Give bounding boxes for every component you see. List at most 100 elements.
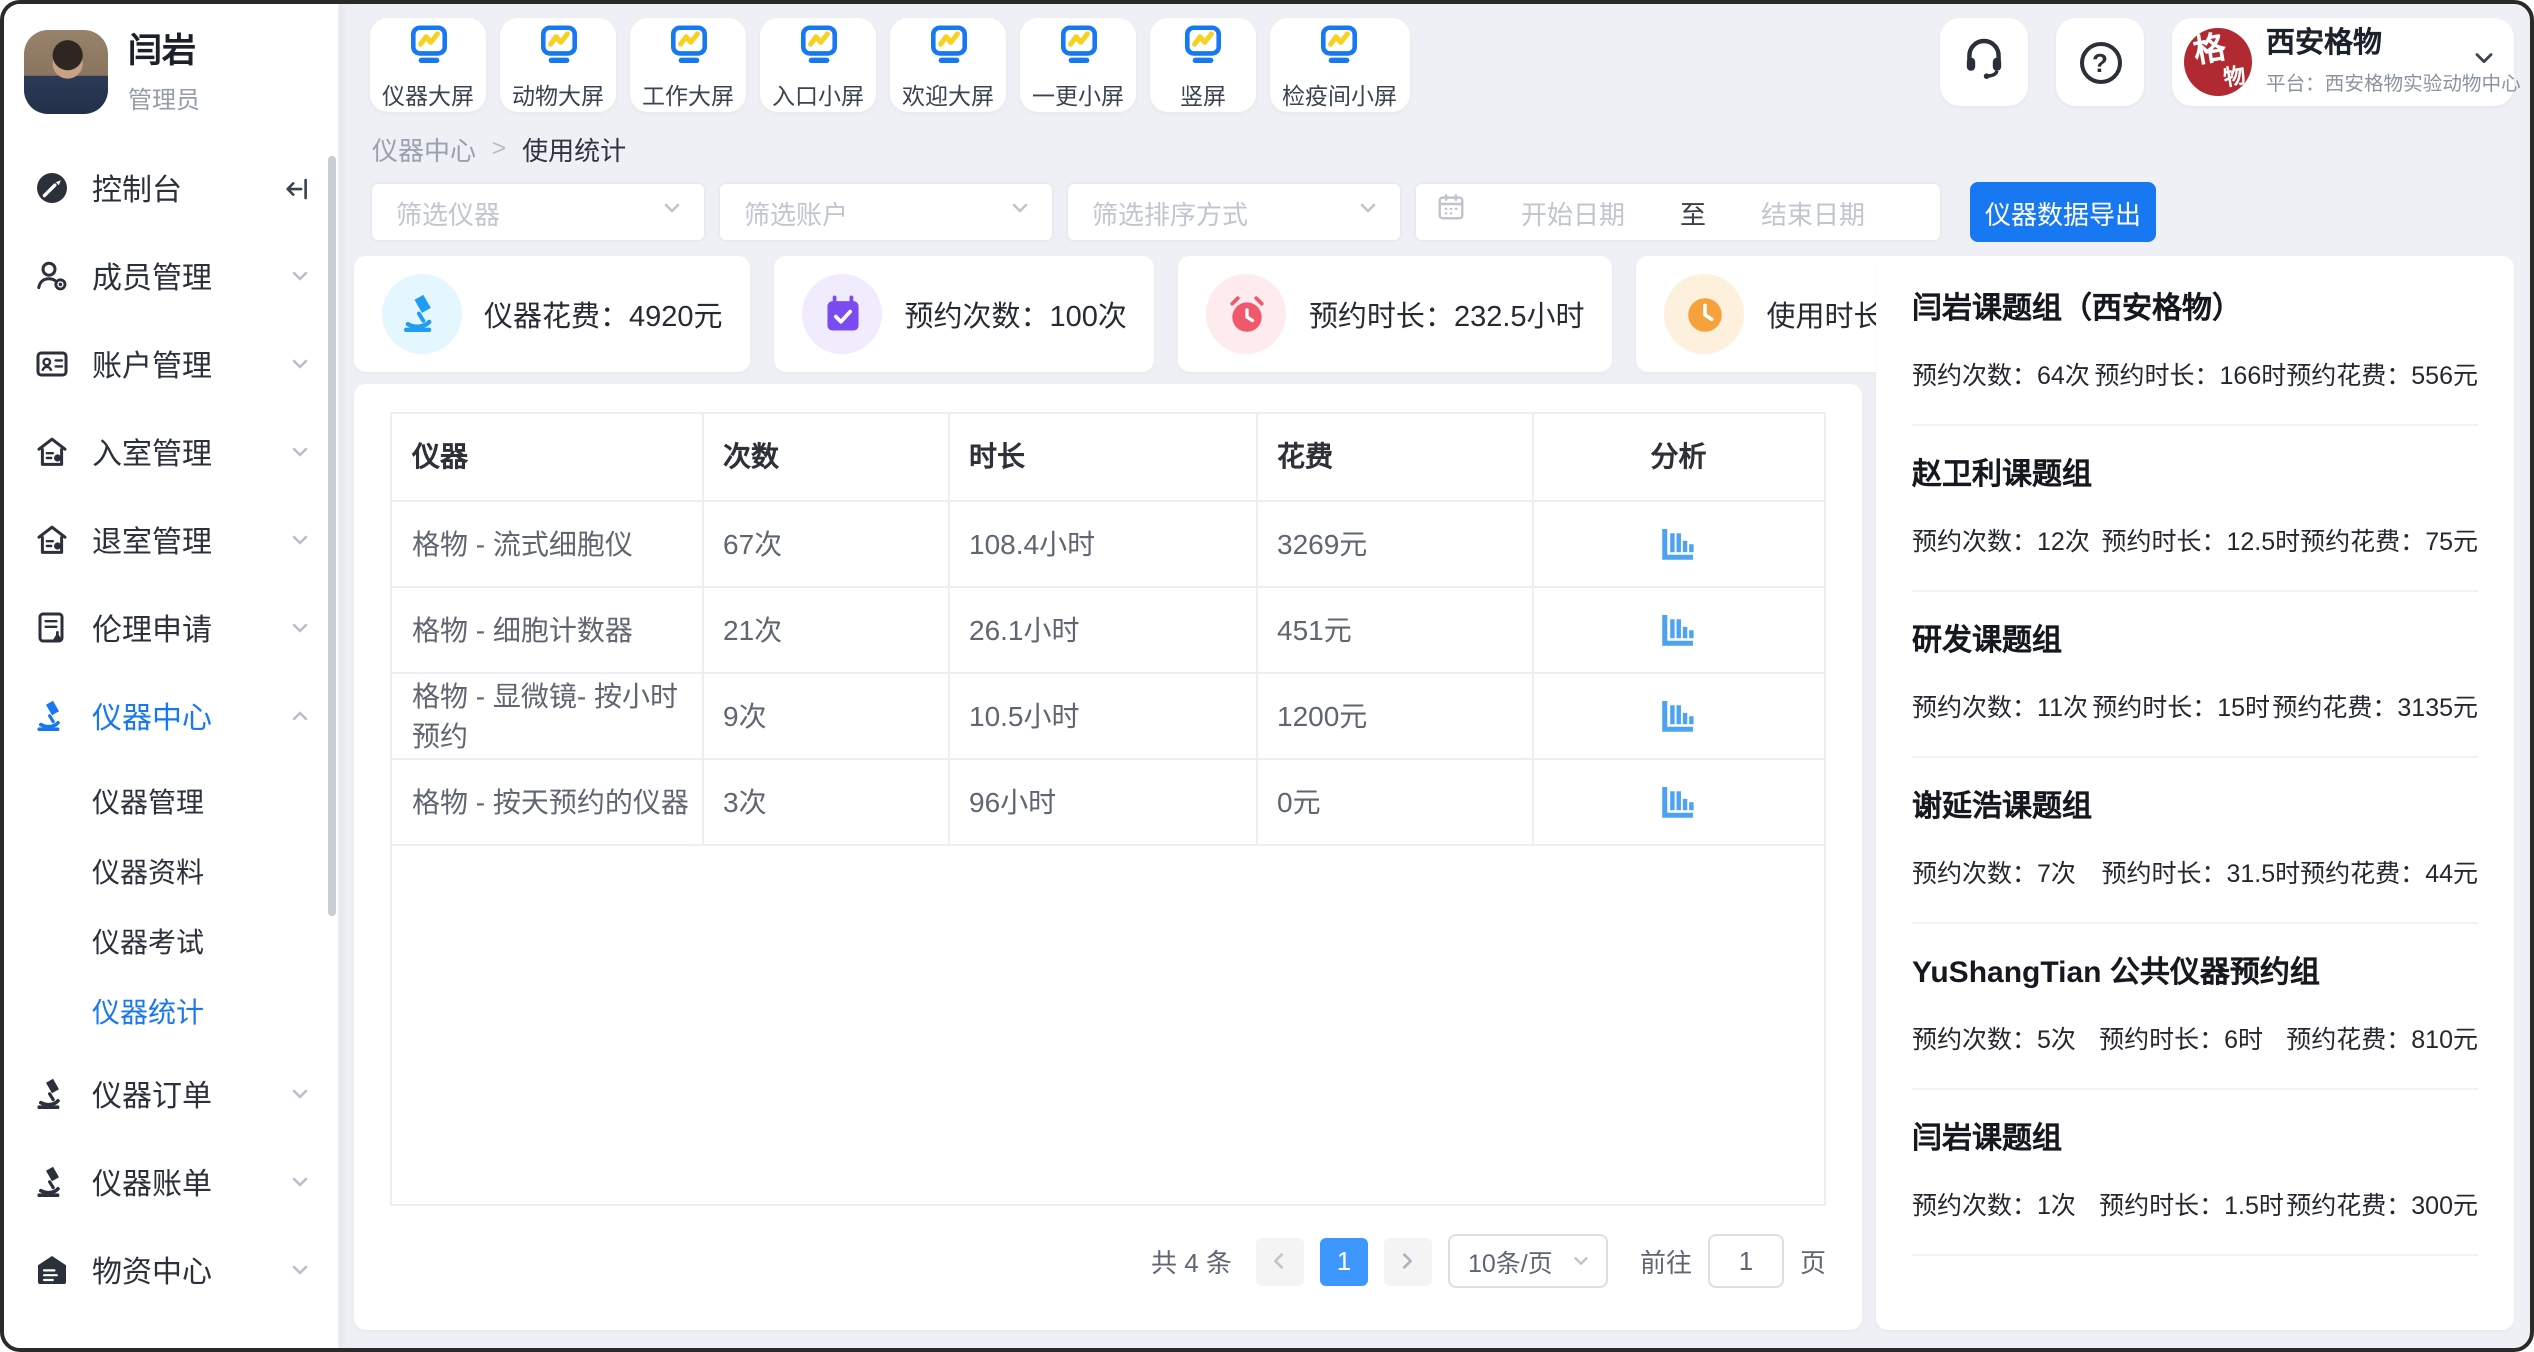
org-name: 西安格物 [2266, 28, 2470, 62]
bar-chart-icon[interactable] [1659, 523, 1699, 563]
sidebar-item-instrument-orders[interactable]: 仪器订单 [4, 1050, 338, 1138]
tab-entrance-screen[interactable]: 入口小屏 [760, 18, 876, 112]
document-flask-icon [34, 610, 70, 646]
account-filter-select[interactable]: 筛选账户 [718, 182, 1054, 242]
tab-instrument-screen[interactable]: 仪器大屏 [370, 18, 486, 112]
page-size-select[interactable]: 10条/页 [1448, 1234, 1608, 1288]
sidebar-item-instrument-bills[interactable]: 仪器账单 [4, 1138, 338, 1226]
collapse-sidebar-icon[interactable] [282, 173, 312, 203]
sidebar-item-instrument-exam[interactable]: 仪器考试 [4, 906, 338, 976]
page-number-button[interactable]: 1 [1320, 1237, 1368, 1285]
console-icon [34, 170, 70, 206]
sort-filter-select[interactable]: 筛选排序方式 [1066, 182, 1402, 242]
cell-instrument: 格物 - 流式细胞仪 [392, 500, 702, 586]
tab-yigeng-screen[interactable]: 一更小屏 [1020, 18, 1136, 112]
group-item: 闫岩课题组 预约次数：1次 预约时长：1.5时 预约花费：300元 [1912, 1090, 2478, 1256]
avatar[interactable] [24, 30, 108, 114]
sidebar-item-ethics[interactable]: 伦理申请 [4, 584, 338, 672]
chevron-down-icon [288, 616, 312, 640]
table-row: 格物 - 流式细胞仪 67次 108.4小时 3269元 [392, 500, 1824, 586]
cell-count: 3次 [702, 758, 948, 844]
microscope-icon [34, 698, 70, 734]
cell-duration: 96小时 [948, 758, 1256, 844]
monitor-icon [535, 21, 581, 77]
sidebar-item-label: 控制台 [92, 167, 282, 209]
sidebar-item-label: 退室管理 [92, 519, 288, 561]
tab-animal-screen[interactable]: 动物大屏 [500, 18, 616, 112]
group-cost: 预约花费：75元 [2300, 520, 2478, 558]
table-header-row: 仪器 次数 时长 花费 分析 [392, 414, 1824, 500]
breadcrumb-parent[interactable]: 仪器中心 [372, 129, 476, 167]
tab-label: 工作大屏 [642, 79, 734, 111]
group-cost: 预约花费：556元 [2286, 354, 2478, 392]
monitor-icon [925, 21, 971, 77]
monitor-icon [665, 21, 711, 77]
sidebar-subitem-label: 仪器资料 [92, 851, 204, 891]
tab-welcome-screen[interactable]: 欢迎大屏 [890, 18, 1006, 112]
stat-value: 4920元 [629, 301, 723, 333]
cell-cost: 451元 [1256, 586, 1532, 672]
groups-panel: 闫岩课题组（西安格物） 预约次数：64次 预约时长：166时 预约花费：556元… [1876, 256, 2514, 1330]
tab-quarantine-screen[interactable]: 检疫间小屏 [1270, 18, 1409, 112]
chevron-down-icon [288, 1258, 312, 1282]
content-row: 仪器花费：4920元 预约次数：100次 预约时长：232.5小时 [340, 242, 2530, 1348]
date-range-picker[interactable]: 开始日期 至 结束日期 [1414, 182, 1942, 242]
sidebar-item-instrument-docs[interactable]: 仪器资料 [4, 836, 338, 906]
filters-row: 筛选仪器 筛选账户 筛选排序方式 开始日期 至 结束日期 仪器数据导出 [354, 182, 2500, 242]
sidebar-item-instrument-center[interactable]: 仪器中心 [4, 672, 338, 760]
select-placeholder: 筛选账户 [744, 193, 1008, 231]
sidebar-item-instrument-stats[interactable]: 仪器统计 [4, 976, 338, 1046]
cell-cost: 3269元 [1256, 500, 1532, 586]
sidebar-item-room-entry[interactable]: 入室管理 [4, 408, 338, 496]
main-area: 仪器大屏 动物大屏 工作大屏 入口小屏 欢迎大屏 [340, 4, 2530, 1348]
cell-cost: 0元 [1256, 758, 1532, 844]
monitor-icon [1317, 21, 1363, 77]
bar-chart-icon[interactable] [1659, 695, 1699, 735]
sidebar-scrollbar[interactable] [328, 156, 336, 916]
page-unit-label: 页 [1800, 1242, 1826, 1280]
next-page-button[interactable] [1384, 1237, 1432, 1285]
sidebar-item-accounts[interactable]: 账户管理 [4, 320, 338, 408]
bar-chart-icon[interactable] [1659, 609, 1699, 649]
select-placeholder: 筛选仪器 [396, 193, 660, 231]
sidebar-item-supplies-center[interactable]: 物资中心 [4, 1226, 338, 1314]
group-duration: 预约时长：15时 [2092, 686, 2272, 724]
house-gear-icon [34, 522, 70, 558]
support-button[interactable] [1940, 18, 2028, 106]
start-date-field[interactable]: 开始日期 [1466, 193, 1680, 231]
col-header-cost: 花费 [1256, 414, 1532, 500]
group-bookings: 预约次数：5次 [1912, 1018, 2099, 1056]
stat-label: 仪器花费： [484, 301, 629, 333]
bar-chart-icon[interactable] [1659, 781, 1699, 821]
table-row: 格物 - 按天预约的仪器 3次 96小时 0元 [392, 758, 1824, 844]
sidebar-item-console[interactable]: 控制台 [4, 144, 338, 232]
tab-work-screen[interactable]: 工作大屏 [630, 18, 746, 112]
pagination: 共 4 条 1 10条/页 前往 [390, 1234, 1826, 1288]
sidebar-item-label: 物资中心 [92, 1249, 288, 1291]
logo-char: 格 [2191, 33, 2228, 70]
sidebar-item-members[interactable]: 成员管理 [4, 232, 338, 320]
cell-instrument: 格物 - 细胞计数器 [392, 586, 702, 672]
chevron-down-icon [660, 194, 684, 230]
export-data-button[interactable]: 仪器数据导出 [1970, 182, 2156, 242]
group-bookings: 预约次数：12次 [1912, 520, 2101, 558]
group-title: YuShangTian 公共仪器预约组 [1912, 954, 2478, 994]
cell-instrument: 格物 - 按天预约的仪器 [392, 758, 702, 844]
goto-page-input[interactable] [1708, 1234, 1784, 1288]
group-cost: 预约花费：810元 [2286, 1018, 2478, 1056]
sidebar-subitem-label: 仪器统计 [92, 991, 204, 1031]
usage-table-box: 仪器 次数 时长 花费 分析 格物 - 流式细胞仪 67 [390, 412, 1826, 1206]
table-row: 格物 - 细胞计数器 21次 26.1小时 451元 [392, 586, 1824, 672]
tab-label: 一更小屏 [1032, 79, 1124, 111]
sidebar-item-instrument-mgmt[interactable]: 仪器管理 [4, 766, 338, 836]
org-account-menu[interactable]: 格 物 西安格物 平台：西安格物实验动物中心 [2172, 18, 2514, 106]
help-button[interactable] [2056, 18, 2144, 106]
prev-page-button[interactable] [1256, 1237, 1304, 1285]
instrument-filter-select[interactable]: 筛选仪器 [370, 182, 706, 242]
chevron-down-icon [1008, 194, 1032, 230]
sidebar-item-room-exit[interactable]: 退室管理 [4, 496, 338, 584]
end-date-field[interactable]: 结束日期 [1706, 193, 1920, 231]
sidebar-subitem-label: 仪器管理 [92, 781, 204, 821]
tab-vertical-screen[interactable]: 竖屏 [1150, 18, 1256, 112]
house-gear-icon [34, 434, 70, 470]
